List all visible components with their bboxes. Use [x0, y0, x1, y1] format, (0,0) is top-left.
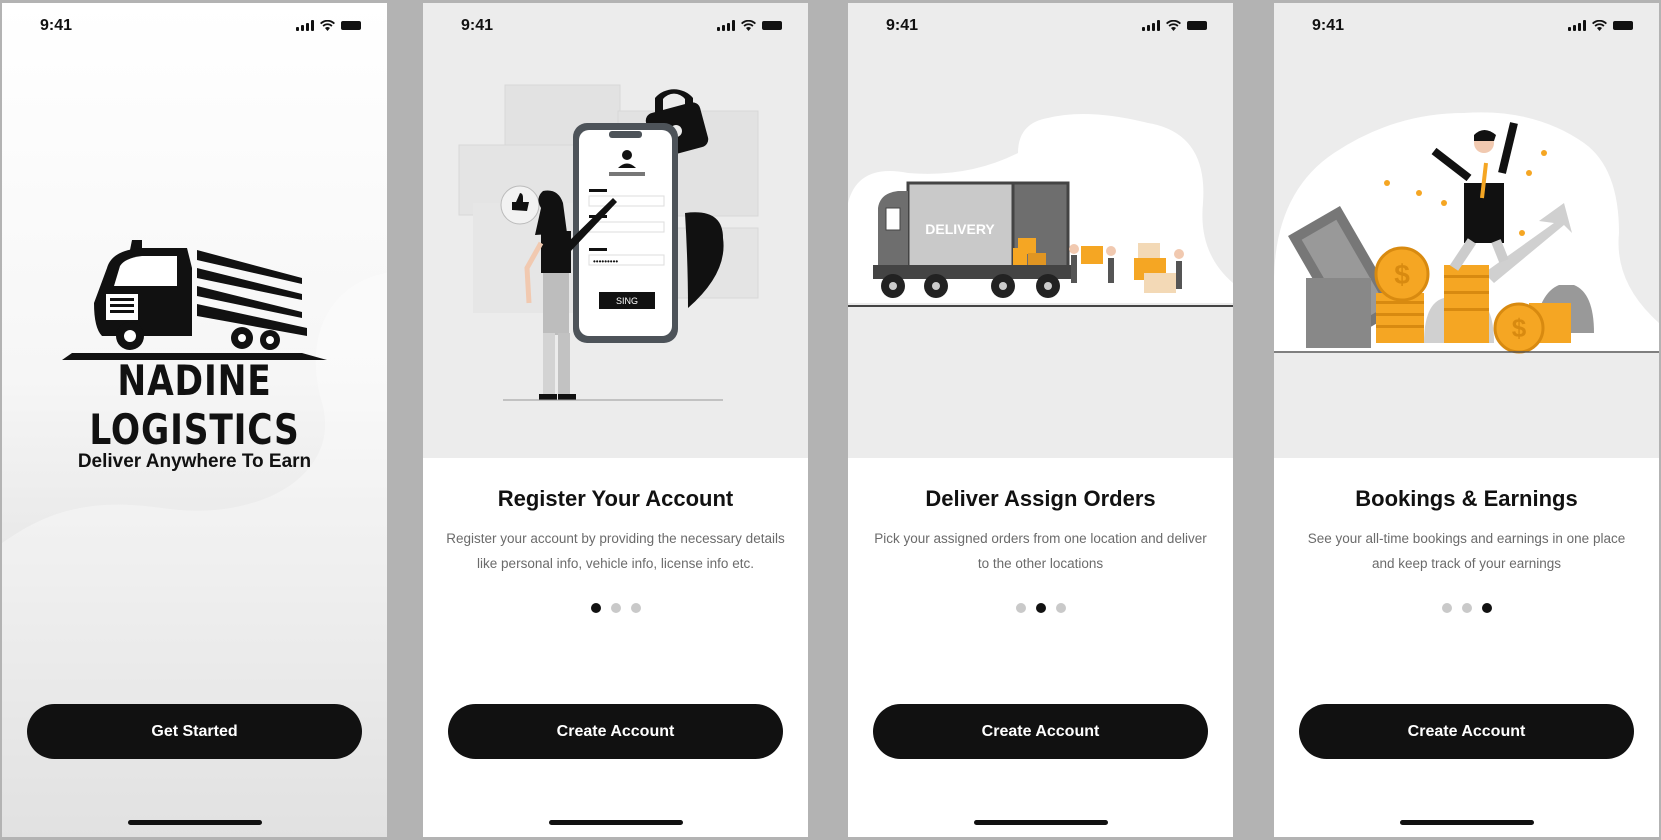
battery-icon [341, 21, 361, 30]
password-mask: ••••••••• [593, 257, 618, 266]
home-indicator [127, 820, 262, 825]
page-dot-1[interactable] [1015, 603, 1026, 613]
tagline: Deliver Anywhere To Earn [77, 451, 312, 472]
onboarding-title: Bookings & Earnings [1355, 486, 1578, 511]
page-indicator [423, 603, 808, 613]
cellular-signal-icon [1142, 20, 1160, 31]
status-time: 9:41 [40, 17, 73, 34]
deliver-onboarding-screen: 9:41 DELIVERY Deliver Assign Orders Pick… [848, 3, 1233, 837]
register-illustration: ••••••••• SING [423, 3, 808, 458]
onboarding-description: See your all-time bookings and earnings … [1307, 531, 1626, 571]
page-dot-1[interactable] [1441, 603, 1452, 613]
coin-dollar-icon: $ [1394, 259, 1410, 290]
splash-screen: 9:41 NADINE LOGISTICS Deliver Anywhere T… [2, 3, 387, 837]
onboarding-title: Deliver Assign Orders [925, 486, 1156, 511]
register-onboarding-screen: 9:41 ••••••••• SING Register Your Accoun… [423, 3, 808, 837]
status-bar: 9:41 [1274, 3, 1659, 47]
get-started-button[interactable]: Get Started [27, 704, 362, 759]
page-dot-1[interactable] [590, 603, 601, 613]
home-indicator [1399, 820, 1534, 825]
create-account-button[interactable]: Create Account [448, 704, 783, 759]
create-account-button[interactable]: Create Account [873, 704, 1208, 759]
onboarding-title: Register Your Account [497, 486, 734, 511]
page-dot-2[interactable] [1461, 603, 1472, 613]
status-bar: 9:41 [848, 3, 1233, 47]
status-bar: 9:41 [423, 3, 808, 47]
wifi-icon [1592, 20, 1607, 31]
wifi-icon [1166, 20, 1181, 31]
status-time: 9:41 [1312, 17, 1345, 34]
page-dot-2[interactable] [1035, 603, 1046, 613]
battery-icon [1187, 21, 1207, 30]
page-indicator [848, 603, 1233, 613]
home-indicator [548, 820, 683, 825]
truck-delivery-label: DELIVERY [925, 221, 995, 237]
illustration-sign-button-text: SING [616, 296, 638, 306]
home-indicator [973, 820, 1108, 825]
page-dot-2[interactable] [610, 603, 621, 613]
cellular-signal-icon [717, 20, 735, 31]
page-indicator [1274, 603, 1659, 613]
earnings-illustration: $ $ [1274, 3, 1659, 458]
create-account-button[interactable]: Create Account [1299, 704, 1634, 759]
battery-icon [1613, 21, 1633, 30]
earnings-onboarding-screen: 9:41 $ $ Bookings & Earnings See your al… [1274, 3, 1659, 837]
coin-dollar-icon-2: $ [1512, 313, 1527, 343]
status-bar: 9:41 [2, 3, 387, 47]
wifi-icon [741, 20, 756, 31]
page-dot-3[interactable] [1055, 603, 1066, 613]
onboarding-description: Register your account by providing the n… [446, 531, 785, 571]
status-time: 9:41 [461, 17, 494, 34]
cellular-signal-icon [296, 20, 314, 31]
brand-logo-text: NADINE LOGISTICS [89, 356, 300, 454]
cellular-signal-icon [1568, 20, 1586, 31]
wifi-icon [320, 20, 335, 31]
onboarding-description: Pick your assigned orders from one locat… [874, 531, 1207, 571]
delivery-illustration: DELIVERY [848, 3, 1233, 458]
battery-icon [762, 21, 782, 30]
page-dot-3[interactable] [630, 603, 641, 613]
status-time: 9:41 [886, 17, 919, 34]
page-dot-3[interactable] [1481, 603, 1492, 613]
